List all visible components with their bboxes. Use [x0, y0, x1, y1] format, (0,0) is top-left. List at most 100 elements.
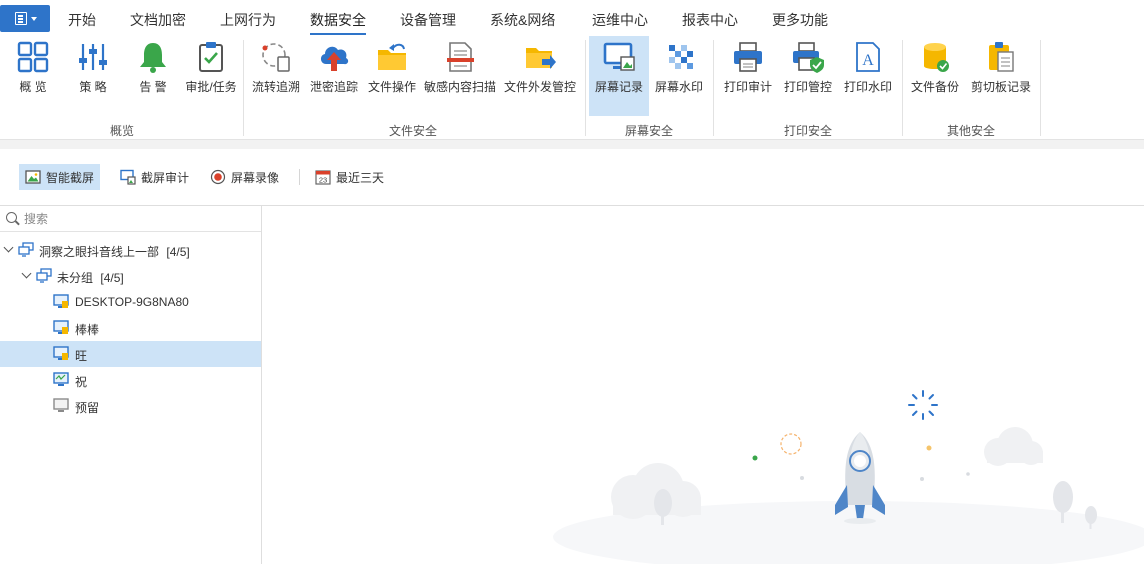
- tab-ops-center[interactable]: 运维中心: [592, 10, 648, 30]
- printer-shield-icon: [793, 42, 824, 73]
- ribbon-flow-trace-label: 流转追溯: [251, 80, 300, 94]
- tree-computer-label: 旺: [75, 349, 88, 363]
- ribbon-separator: [243, 40, 244, 136]
- ribbon-file-operation-button[interactable]: 文件操作: [364, 36, 420, 116]
- ribbon-group-overview-label: 概览: [109, 124, 134, 138]
- clipboard-check-icon: [199, 42, 223, 72]
- svg-text:A: A: [862, 52, 874, 69]
- ribbon-file-backup-button[interactable]: 文件备份: [906, 36, 964, 116]
- ribbon-group-screen-security-label: 屏幕安全: [624, 124, 673, 138]
- monitor-image-icon: [603, 42, 635, 71]
- computer-tree-panel: 洞察之眼抖音线上一部 [4/5] 未分组 [4/5] DESKTOP-9G8NA…: [0, 206, 262, 564]
- tree-root-count: [4/5]: [166, 245, 190, 259]
- ribbon-screen-watermark-button[interactable]: 屏幕水印: [651, 36, 707, 116]
- ribbon-separator: [1040, 40, 1041, 136]
- ribbon-print-audit-label: 打印审计: [723, 80, 772, 94]
- tab-more-features[interactable]: 更多功能: [772, 10, 828, 30]
- ribbon-separator: [902, 40, 903, 136]
- ribbon-print-watermark-button[interactable]: A 打印水印: [840, 36, 896, 116]
- tab-start[interactable]: 开始: [68, 10, 96, 30]
- ribbon-print-audit-button[interactable]: 打印审计: [720, 36, 776, 116]
- ribbon-overview-button[interactable]: 概 览: [6, 36, 60, 116]
- printer-icon: [734, 42, 762, 72]
- network-group-icon: [18, 242, 34, 257]
- tree-computer-node[interactable]: 棒棒: [0, 315, 261, 341]
- tree-computer-label: 棒棒: [75, 323, 100, 337]
- ribbon-approval-button[interactable]: 审批/任务: [184, 36, 238, 116]
- ribbon-overview-label: 概 览: [19, 80, 47, 94]
- computer-online-icon: [53, 372, 69, 386]
- ribbon-policy-label: 策 略: [79, 80, 107, 94]
- image-icon: [25, 170, 41, 184]
- ribbon-screen-record-button[interactable]: 屏幕记录: [589, 36, 649, 116]
- tree-group-count: [4/5]: [100, 271, 124, 285]
- tree-computer-node[interactable]: 祝: [0, 367, 261, 393]
- smart-screenshot-button[interactable]: 智能截屏: [19, 164, 101, 190]
- ribbon-print-control-button[interactable]: 打印管控: [780, 36, 836, 116]
- network-group-icon: [36, 268, 52, 283]
- ribbon-alert-button[interactable]: 告 警: [126, 36, 180, 116]
- tab-report-center[interactable]: 报表中心: [682, 10, 738, 30]
- screenshot-audit-button[interactable]: 截屏审计: [114, 164, 195, 190]
- ribbon-outbound-control-label: 文件外发管控: [503, 80, 576, 94]
- ribbon-print-watermark-label: 打印水印: [843, 80, 892, 94]
- sliders-icon: [79, 44, 107, 70]
- tree-computer-node[interactable]: 预留: [0, 393, 261, 419]
- ribbon-outbound-control-button[interactable]: 文件外发管控: [502, 36, 578, 116]
- ribbon-clipboard-record-label: 剪切板记录: [970, 80, 1031, 94]
- record-icon: [210, 169, 226, 185]
- menu-icon: [15, 12, 27, 25]
- ribbon-alert-label: 告 警: [139, 80, 167, 94]
- computer-offline-icon: [53, 398, 69, 412]
- screen-recording-button[interactable]: 屏幕录像: [204, 164, 285, 190]
- ribbon-policy-button[interactable]: 策 略: [66, 36, 120, 116]
- smart-screenshot-label: 智能截屏: [46, 170, 95, 185]
- tree-computer-label: DESKTOP-9G8NA80: [75, 295, 189, 309]
- tree-root-node[interactable]: 洞察之眼抖音线上一部 [4/5]: [0, 237, 261, 263]
- ribbon: 概 览 策 略 告 警 审批/任务 概览 流转追溯 泄密追踪 文件操作 敏感内容…: [0, 36, 1144, 140]
- chevron-down-icon[interactable]: [3, 242, 14, 253]
- ribbon-approval-label: 审批/任务: [185, 80, 237, 94]
- tab-device-management[interactable]: 设备管理: [400, 10, 456, 30]
- rocket-icon: [835, 432, 885, 524]
- ribbon-group-print-security-label: 打印安全: [783, 124, 832, 138]
- ribbon-clipboard-record-button[interactable]: 剪切板记录: [966, 36, 1036, 116]
- tree-computer-node[interactable]: 旺: [0, 341, 261, 367]
- tab-data-security[interactable]: 数据安全: [310, 10, 366, 35]
- clipboard-icon: [989, 42, 1014, 72]
- cloud-upload-icon: [320, 46, 349, 71]
- tree-group-label: 未分组: [57, 271, 94, 285]
- ribbon-screen-record-label: 屏幕记录: [594, 80, 643, 94]
- ribbon-screen-watermark-label: 屏幕水印: [654, 80, 703, 94]
- tree-computer-label: 祝: [75, 375, 88, 389]
- tree-root-label: 洞察之眼抖音线上一部: [39, 245, 160, 259]
- ribbon-leak-tracking-label: 泄密追踪: [309, 80, 358, 94]
- tree-group-node[interactable]: 未分组 [4/5]: [0, 263, 261, 289]
- ribbon-leak-tracking-button[interactable]: 泄密追踪: [306, 36, 362, 116]
- folder-send-icon: [526, 48, 556, 69]
- ribbon-print-control-label: 打印管控: [783, 80, 832, 94]
- tab-document-encryption[interactable]: 文档加密: [130, 10, 186, 30]
- tree-computer-node[interactable]: DESKTOP-9G8NA80: [0, 289, 261, 315]
- ribbon-sensitive-scan-button[interactable]: 敏感内容扫描: [422, 36, 498, 116]
- screenshot-audit-label: 截屏审计: [141, 170, 190, 185]
- chevron-down-icon: [31, 17, 37, 21]
- recent-three-days-label: 最近三天: [336, 170, 385, 185]
- document-scan-icon: [447, 42, 474, 72]
- tab-system-network[interactable]: 系统&网络: [490, 10, 555, 30]
- search-box: [0, 206, 261, 232]
- screen-toolbar: 智能截屏 截屏审计 屏幕录像 23 最近三天: [0, 150, 1144, 206]
- watermark-icon: [669, 45, 693, 69]
- app-menu-button[interactable]: [0, 5, 50, 32]
- ribbon-separator: [585, 40, 586, 136]
- chevron-down-icon[interactable]: [21, 268, 32, 279]
- ribbon-flow-trace-button[interactable]: 流转追溯: [248, 36, 304, 116]
- ribbon-separator: [713, 40, 714, 136]
- ribbon-file-operation-label: 文件操作: [367, 80, 416, 94]
- menu-bar: 开始 文档加密 上网行为 数据安全 设备管理 系统&网络 运维中心 报表中心 更…: [0, 0, 1144, 36]
- search-input[interactable]: [24, 209, 254, 229]
- recent-three-days-button[interactable]: 23 最近三天: [309, 164, 390, 190]
- computer-online-icon: [53, 320, 69, 334]
- toolbar-separator: [299, 169, 300, 185]
- tab-internet-behavior[interactable]: 上网行为: [220, 10, 276, 30]
